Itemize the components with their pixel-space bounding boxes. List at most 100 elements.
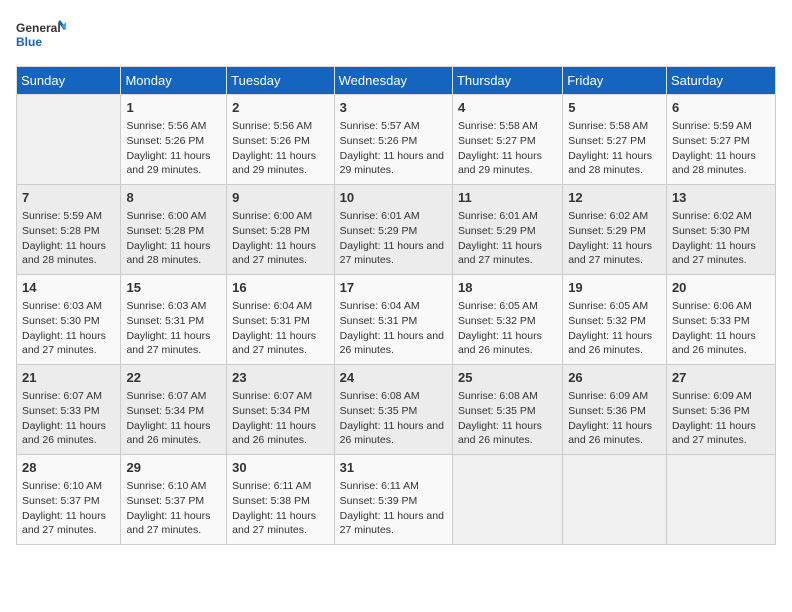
day-info: Sunrise: 6:01 AM (458, 210, 538, 222)
day-info: Daylight: 11 hours and 26 minutes. (22, 420, 106, 447)
header-tuesday: Tuesday (227, 67, 334, 95)
day-info: Sunrise: 6:04 AM (232, 300, 312, 312)
day-info: Sunrise: 6:05 AM (458, 300, 538, 312)
calendar-cell: 2 Sunrise: 5:56 AM Sunset: 5:26 PM Daylight… (227, 95, 334, 185)
calendar-cell: 22Sunrise: 6:07 AMSunset: 5:34 PMDayligh… (121, 365, 227, 455)
day-info: Sunrise: 6:11 AM (232, 480, 311, 492)
day-info: Sunrise: 6:09 AM (672, 390, 752, 402)
day-info: Sunset: 5:33 PM (22, 405, 100, 417)
calendar-cell: 1Sunrise: 5:56 AMSunset: 5:26 PMDaylight… (121, 95, 227, 185)
day-info: Sunset: 5:34 PM (232, 405, 310, 417)
calendar-cell: 7 Sunrise: 5:59 AM Sunset: 5:28 PM Daylight… (17, 185, 121, 275)
day-info: Daylight: 11 hours and 27 minutes. (232, 330, 316, 357)
day-info: Sunrise: 6:01 AM (340, 210, 420, 222)
calendar-cell: 12 Sunrise: 6:02 AM Sunset: 5:29 PM Dayligh… (563, 185, 667, 275)
calendar-cell: 19Sunrise: 6:05 AMSunset: 5:32 PMDayligh… (563, 275, 667, 365)
day-info: Sunset: 5:39 PM (340, 495, 418, 507)
day-number: 10 (340, 189, 447, 207)
day-info: Sunrise: 6:02 AM (568, 210, 648, 222)
day-info: Sunrise: 6:08 AM (340, 390, 420, 402)
calendar-cell (452, 455, 562, 545)
day-number: 8 (126, 189, 221, 207)
day-info: Sunset: 5:30 PM (672, 225, 750, 237)
day-number: 12 (568, 189, 661, 207)
day-info: Sunset: 5:26 PM (232, 135, 310, 147)
day-number: 2 (232, 99, 328, 117)
day-info: Sunset: 5:32 PM (458, 315, 536, 327)
day-info: Sunrise: 5:56 AM (232, 120, 312, 132)
day-info: Sunset: 5:29 PM (568, 225, 646, 237)
calendar-cell: 8Sunrise: 6:00 AMSunset: 5:28 PMDaylight… (121, 185, 227, 275)
day-info: Sunrise: 6:00 AM (232, 210, 312, 222)
day-number: 23 (232, 369, 328, 387)
calendar-cell: 3Sunrise: 5:57 AMSunset: 5:26 PMDaylight… (334, 95, 452, 185)
day-info: Daylight: 11 hours and 26 minutes. (568, 420, 652, 447)
day-info: Sunset: 5:27 PM (458, 135, 536, 147)
day-info: Sunset: 5:33 PM (672, 315, 750, 327)
day-info: Sunset: 5:28 PM (126, 225, 204, 237)
day-info: Sunrise: 5:56 AM (126, 120, 206, 132)
day-info: Sunset: 5:28 PM (22, 225, 100, 237)
day-info: Sunset: 5:31 PM (126, 315, 204, 327)
calendar-cell: 11 Sunrise: 6:01 AM Sunset: 5:29 PM Dayligh… (452, 185, 562, 275)
day-info: Sunset: 5:36 PM (568, 405, 646, 417)
svg-text:Blue: Blue (16, 35, 42, 49)
header-sunday: Sunday (17, 67, 121, 95)
day-info: Daylight: 11 hours and 28 minutes. (22, 240, 106, 267)
day-number: 11 (458, 189, 557, 207)
day-info: Daylight: 11 hours and 26 minutes. (458, 420, 542, 447)
day-info: Daylight: 11 hours and 26 minutes. (340, 330, 444, 357)
calendar-cell: 21Sunrise: 6:07 AMSunset: 5:33 PMDayligh… (17, 365, 121, 455)
day-number: 20 (672, 279, 770, 297)
day-info: Sunrise: 5:57 AM (340, 120, 420, 132)
day-number: 30 (232, 459, 328, 477)
day-number: 17 (340, 279, 447, 297)
day-info: Sunset: 5:31 PM (340, 315, 418, 327)
day-info: Sunrise: 6:00 AM (126, 210, 206, 222)
day-info: Daylight: 11 hours and 27 minutes. (458, 240, 542, 267)
day-number: 5 (568, 99, 661, 117)
day-info: Sunrise: 6:06 AM (672, 300, 752, 312)
day-info: Sunset: 5:29 PM (340, 225, 418, 237)
day-info: Daylight: 11 hours and 27 minutes. (672, 240, 756, 267)
day-info: Daylight: 11 hours and 29 minutes. (232, 150, 316, 177)
day-info: Daylight: 11 hours and 28 minutes. (568, 150, 652, 177)
calendar-cell: 17Sunrise: 6:04 AMSunset: 5:31 PMDayligh… (334, 275, 452, 365)
calendar-cell: 13Sunrise: 6:02 AMSunset: 5:30 PMDayligh… (666, 185, 775, 275)
calendar-table: SundayMondayTuesdayWednesdayThursdayFrid… (16, 66, 776, 545)
day-info: Daylight: 11 hours and 26 minutes. (126, 420, 210, 447)
calendar-cell: 26Sunrise: 6:09 AMSunset: 5:36 PMDayligh… (563, 365, 667, 455)
day-number: 3 (340, 99, 447, 117)
day-info: Sunrise: 6:09 AM (568, 390, 648, 402)
day-info: Sunset: 5:35 PM (340, 405, 418, 417)
day-info: Sunset: 5:31 PM (232, 315, 310, 327)
day-number: 22 (126, 369, 221, 387)
day-info: Daylight: 11 hours and 29 minutes. (340, 150, 444, 177)
day-info: Sunrise: 5:59 AM (22, 210, 102, 222)
day-number: 9 (232, 189, 328, 207)
calendar-cell: 10Sunrise: 6:01 AMSunset: 5:29 PMDayligh… (334, 185, 452, 275)
calendar-cell: 14Sunrise: 6:03 AMSunset: 5:30 PMDayligh… (17, 275, 121, 365)
day-number: 24 (340, 369, 447, 387)
calendar-cell: 18Sunrise: 6:05 AMSunset: 5:32 PMDayligh… (452, 275, 562, 365)
header-thursday: Thursday (452, 67, 562, 95)
day-info: Sunset: 5:38 PM (232, 495, 310, 507)
day-info: Sunset: 5:29 PM (458, 225, 536, 237)
day-info: Sunrise: 5:58 AM (458, 120, 538, 132)
calendar-cell: 5Sunrise: 5:58 AMSunset: 5:27 PMDaylight… (563, 95, 667, 185)
day-number: 19 (568, 279, 661, 297)
calendar-cell: 30Sunrise: 6:11 AMSunset: 5:38 PMDayligh… (227, 455, 334, 545)
calendar-cell: 23Sunrise: 6:07 AMSunset: 5:34 PMDayligh… (227, 365, 334, 455)
day-info: Sunset: 5:37 PM (126, 495, 204, 507)
day-info: Daylight: 11 hours and 27 minutes. (568, 240, 652, 267)
day-info: Sunset: 5:27 PM (568, 135, 646, 147)
calendar-cell: 27Sunrise: 6:09 AMSunset: 5:36 PMDayligh… (666, 365, 775, 455)
day-number: 7 (22, 189, 115, 207)
day-number: 6 (672, 99, 770, 117)
day-info: Sunrise: 5:59 AM (672, 120, 752, 132)
day-info: Daylight: 11 hours and 27 minutes. (22, 330, 106, 357)
day-info: Daylight: 11 hours and 26 minutes. (672, 330, 756, 357)
calendar-cell: 31Sunrise: 6:11 AMSunset: 5:39 PMDayligh… (334, 455, 452, 545)
day-number: 4 (458, 99, 557, 117)
header-friday: Friday (563, 67, 667, 95)
